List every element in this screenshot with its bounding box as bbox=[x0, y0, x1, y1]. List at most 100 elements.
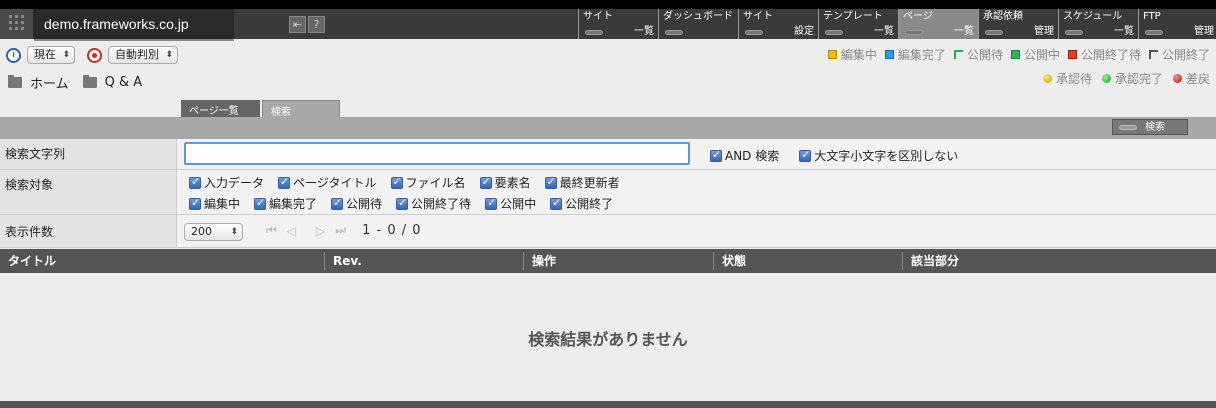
approval-dot bbox=[1042, 74, 1052, 83]
nav-dashboard[interactable]: ダッシュボード bbox=[658, 9, 738, 39]
pager: ⏮ ◁ ▷ ⏭ 1 - 0 / 0 bbox=[266, 223, 422, 238]
nav-site-list[interactable]: サイト 一覧 bbox=[578, 9, 658, 39]
target-icon bbox=[87, 47, 102, 63]
breadcrumb-qa[interactable]: Q & A bbox=[105, 75, 143, 90]
nav-template-list[interactable]: テンプレート 一覧 bbox=[818, 9, 898, 39]
approval-legend: 承認待 承認完了 差戻 bbox=[1042, 70, 1210, 87]
target-checkbox[interactable]: ファイル名 bbox=[390, 174, 466, 191]
col-rev[interactable]: Rev. bbox=[325, 252, 524, 270]
help-icon[interactable]: ? bbox=[308, 16, 325, 33]
nav-schedule[interactable]: スケジュール 一覧 bbox=[1058, 9, 1138, 39]
search-string-row: 検索文字列 AND 検索 大文字小文字を区別しない bbox=[0, 139, 1216, 170]
status-legend: 編集中 編集完了 公開待 公開中 公開終了待 公開終了 bbox=[827, 46, 1210, 63]
case-insensitive-checkbox[interactable]: 大文字小文字を区別しない bbox=[799, 147, 958, 164]
col-operation[interactable]: 操作 bbox=[524, 252, 714, 270]
display-count-row: 表示件数 200 ⏮ ◁ ▷ ⏭ 1 - 0 / 0 bbox=[0, 215, 1216, 248]
target-checkbox[interactable]: 公開終了待 bbox=[396, 195, 471, 212]
search-button[interactable]: 検索 bbox=[1112, 119, 1188, 135]
checkbox-icon bbox=[278, 175, 291, 189]
target-checkbox[interactable]: 編集完了 bbox=[254, 195, 317, 212]
status-swatch bbox=[1148, 50, 1158, 59]
nav-indicator bbox=[1145, 30, 1163, 35]
legend-item: 公開中 bbox=[1010, 46, 1060, 63]
checkbox-icon bbox=[254, 196, 267, 210]
search-input[interactable] bbox=[184, 142, 690, 165]
search-target-label: 検索対象 bbox=[0, 170, 177, 214]
checkbox-icon bbox=[485, 196, 498, 210]
toolbar bbox=[0, 117, 1216, 139]
nav-site-settings[interactable]: サイト 設定 bbox=[738, 9, 818, 39]
prev-page-icon[interactable]: ◁ bbox=[287, 224, 296, 238]
first-page-icon[interactable]: ⏮ bbox=[266, 223, 277, 238]
last-page-icon[interactable]: ⏭ bbox=[335, 223, 346, 238]
legend-item: 承認完了 bbox=[1101, 70, 1163, 87]
target-checkbox[interactable]: 公開待 bbox=[331, 195, 382, 212]
apps-grid-icon[interactable] bbox=[0, 9, 34, 39]
col-matched[interactable]: 該当部分 bbox=[903, 252, 1216, 270]
nav-indicator bbox=[745, 30, 763, 35]
legend-item: 公開待 bbox=[953, 46, 1003, 63]
main-nav: サイト 一覧 ダッシュボード サイト 設定 テンプレート 一覧 ページ 一覧 承認依頼管… bbox=[578, 9, 1216, 39]
col-title[interactable]: タイトル bbox=[0, 252, 325, 270]
target-checkbox[interactable]: 要素名 bbox=[479, 174, 531, 191]
nav-ftp[interactable]: FTP 管理 bbox=[1138, 9, 1216, 39]
status-swatch bbox=[1010, 50, 1020, 59]
checkbox-icon bbox=[396, 196, 409, 210]
and-search-checkbox[interactable]: AND 検索 bbox=[710, 147, 779, 164]
display-count-label: 表示件数 bbox=[0, 215, 177, 247]
legend-item: 公開終了 bbox=[1148, 46, 1210, 63]
time-select[interactable]: 現在 bbox=[27, 46, 75, 64]
folder-icon bbox=[82, 75, 97, 88]
tab-page-list[interactable]: ページ一覧 bbox=[181, 100, 260, 117]
nav-page-list[interactable]: ページ 一覧 bbox=[898, 9, 978, 39]
search-target-row: 検索対象 入力データ ページタイトル ファイル名 要素名 最終更新者 編集中 編… bbox=[0, 170, 1216, 215]
nav-indicator bbox=[665, 30, 683, 35]
time-controls: 現在 自動判別 bbox=[6, 46, 178, 64]
checkbox-icon bbox=[799, 148, 812, 162]
target-checkbox[interactable]: 編集中 bbox=[189, 195, 240, 212]
nav-indicator bbox=[985, 30, 1003, 35]
target-checkbox[interactable]: 入力データ bbox=[189, 174, 264, 191]
checkbox-icon bbox=[479, 175, 492, 189]
site-title[interactable]: demo.frameworks.co.jp bbox=[34, 9, 234, 41]
approval-dot bbox=[1172, 74, 1182, 83]
status-swatch bbox=[953, 50, 963, 59]
col-status[interactable]: 状態 bbox=[714, 252, 903, 270]
breadcrumb: ホーム Q & A bbox=[8, 73, 142, 92]
checkbox-icon bbox=[189, 175, 201, 189]
breadcrumb-home[interactable]: ホーム bbox=[30, 73, 69, 92]
checkbox-icon bbox=[544, 175, 557, 189]
button-indicator bbox=[1119, 125, 1137, 130]
checkbox-icon bbox=[189, 196, 201, 210]
checkbox-icon bbox=[710, 148, 722, 162]
target-checkbox[interactable]: 公開終了 bbox=[550, 195, 613, 212]
tab-search[interactable]: 検索 bbox=[262, 100, 340, 118]
target-checkbox[interactable]: 公開中 bbox=[485, 195, 536, 212]
status-swatch bbox=[827, 50, 837, 59]
nav-indicator bbox=[585, 30, 603, 35]
clock-icon bbox=[6, 47, 21, 63]
legend-item: 差戻 bbox=[1172, 70, 1210, 87]
legend-item: 承認待 bbox=[1042, 70, 1092, 87]
logout-icon[interactable]: ⇤ bbox=[289, 16, 306, 33]
nav-approval[interactable]: 承認依頼 管理 bbox=[978, 9, 1058, 39]
search-options: AND 検索 大文字小文字を区別しない bbox=[710, 147, 972, 164]
target-checkbox[interactable]: 最終更新者 bbox=[544, 174, 620, 191]
legend-item: 編集中 bbox=[827, 46, 877, 63]
target-options-row2: 編集中 編集完了 公開待 公開終了待 公開中 公開終了 bbox=[189, 195, 627, 212]
judge-select[interactable]: 自動判別 bbox=[108, 46, 178, 64]
footer-bar bbox=[0, 401, 1216, 408]
status-swatch bbox=[884, 50, 894, 59]
count-select[interactable]: 200 bbox=[184, 223, 243, 241]
pager-text: 1 - 0 / 0 bbox=[362, 223, 422, 238]
search-string-label: 検索文字列 bbox=[0, 139, 177, 169]
results-table-header: タイトル Rev. 操作 状態 該当部分 bbox=[0, 249, 1216, 273]
top-header: demo.frameworks.co.jp ⇤ ? サイト 一覧 ダッシュボード … bbox=[0, 0, 1216, 41]
legend-item: 編集完了 bbox=[884, 46, 946, 63]
legend-item: 公開終了待 bbox=[1067, 46, 1141, 63]
status-swatch bbox=[1067, 50, 1077, 59]
folder-icon bbox=[8, 75, 22, 88]
target-checkbox[interactable]: ページタイトル bbox=[278, 174, 377, 191]
nav-indicator bbox=[905, 30, 923, 35]
next-page-icon[interactable]: ▷ bbox=[316, 224, 325, 238]
